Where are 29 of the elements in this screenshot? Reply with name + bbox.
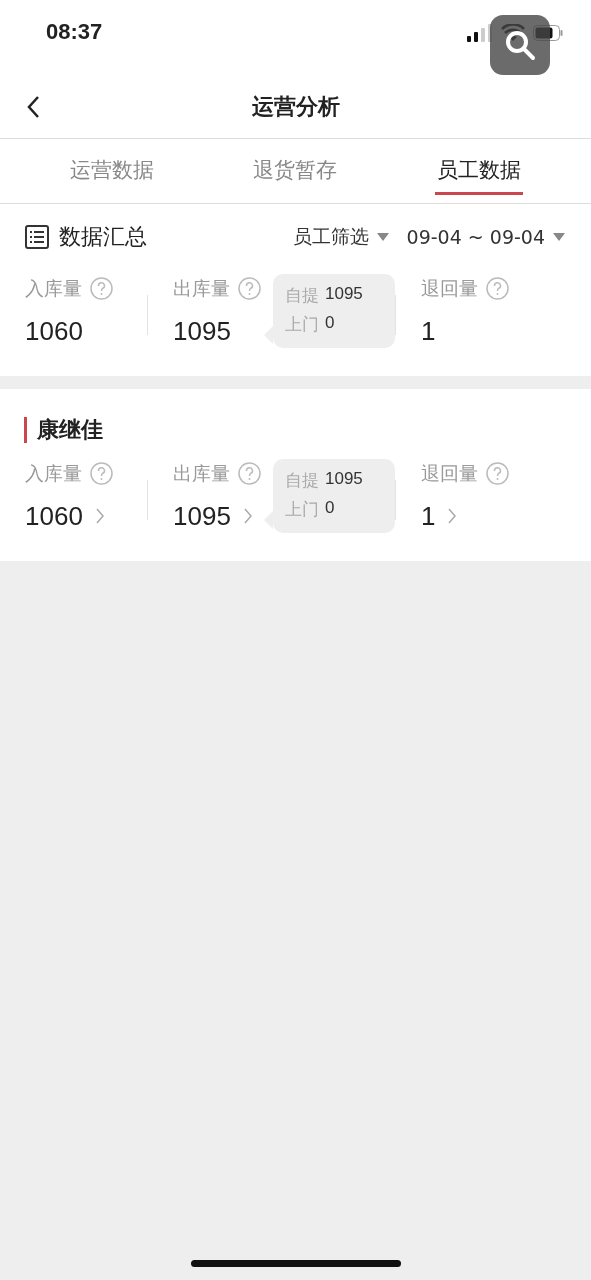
stat-value: 1095 [173,315,231,347]
stat-label: 入库量 [25,460,82,486]
stat-label: 入库量 [25,275,82,301]
breakdown-value: 1095 [325,284,363,305]
stat-value: 1 [421,315,436,347]
stat-label: 退回量 [421,460,478,486]
stat-value: 1060 [25,500,83,532]
stat-value: 1095 [173,500,231,532]
breakdown-value: 0 [325,498,335,519]
breakdown-value: 0 [325,313,335,334]
breakdown-label: 上门 [285,498,319,521]
breakdown-label: 自提 [285,469,319,492]
status-time: 08:37 [46,18,103,45]
stat-value: 1 [421,500,436,532]
page-title: 运营分析 [251,92,340,121]
employee-filter[interactable]: 员工筛选 [292,224,389,250]
stat-value: 1060 [25,315,83,347]
stat-label: 退回量 [421,275,478,301]
employee-name: 康继佳 [37,416,103,444]
breakdown-label: 自提 [285,284,319,307]
breakdown-value: 1095 [325,469,363,490]
section-title: 数据汇总 [59,223,147,251]
tab[interactable]: 退货暂存 [251,147,340,195]
stat-label: 出库量 [173,460,230,486]
date-range-picker[interactable]: 09-04 ~ 09-04 [406,226,565,248]
breakdown-label: 上门 [285,313,319,336]
stat-label: 出库量 [173,275,230,301]
tab[interactable]: 员工数据 [435,147,524,195]
tab[interactable]: 运营数据 [67,147,156,195]
